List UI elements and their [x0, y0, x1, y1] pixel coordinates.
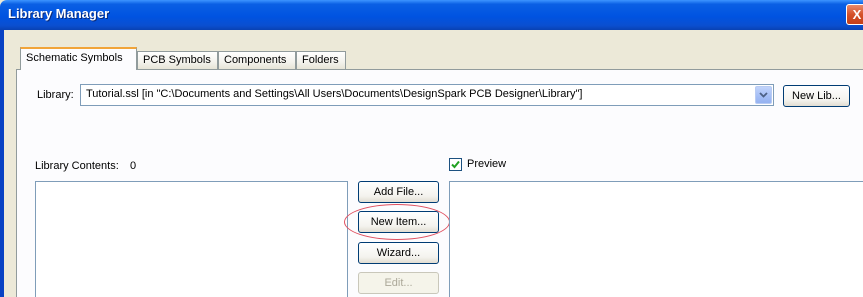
- tab-label: PCB Symbols: [143, 54, 211, 66]
- window-title: Library Manager: [8, 6, 110, 21]
- new-item-button[interactable]: New Item...: [358, 211, 439, 233]
- library-select-value: Tutorial.ssl [in "C:\Documents and Setti…: [86, 88, 583, 100]
- library-label: Library:: [37, 89, 74, 101]
- preview-pane: [449, 181, 863, 297]
- tab-label: Folders: [302, 54, 339, 66]
- new-lib-button-label: New Lib...: [792, 90, 841, 102]
- library-contents-list[interactable]: [35, 181, 348, 297]
- close-button[interactable]: X: [846, 4, 863, 25]
- preview-checkbox[interactable]: [449, 158, 462, 171]
- library-dropdown-button[interactable]: [755, 86, 772, 104]
- tab-pcb-symbols[interactable]: PCB Symbols: [137, 51, 218, 69]
- wizard-button[interactable]: Wizard...: [358, 242, 439, 264]
- preview-label: Preview: [467, 158, 507, 170]
- tab-folders[interactable]: Folders: [296, 51, 346, 69]
- library-contents-count: 0: [130, 160, 137, 172]
- wizard-button-label: Wizard...: [376, 247, 421, 259]
- add-file-button[interactable]: Add File...: [358, 181, 439, 203]
- tab-label: Components: [224, 54, 287, 66]
- title-bar[interactable]: Library Manager X: [0, 0, 863, 30]
- new-item-button-label: New Item...: [370, 216, 427, 228]
- edit-button-label: Edit...: [384, 277, 413, 289]
- library-select[interactable]: Tutorial.ssl [in "C:\Documents and Setti…: [80, 84, 774, 106]
- tab-components[interactable]: Components: [218, 51, 296, 69]
- tab-label: Schematic Symbols: [26, 52, 123, 64]
- window-frame-left: [0, 30, 4, 297]
- edit-button[interactable]: Edit...: [358, 272, 439, 294]
- new-lib-button[interactable]: New Lib...: [783, 85, 850, 107]
- tab-schematic-symbols[interactable]: Schematic Symbols: [20, 47, 137, 70]
- chevron-down-icon: [759, 92, 768, 98]
- library-contents-label: Library Contents:: [35, 160, 119, 172]
- checkmark-icon: [451, 160, 460, 169]
- add-file-button-label: Add File...: [373, 186, 424, 198]
- library-manager-window: Library Manager X Schematic Symbols PCB …: [0, 0, 863, 297]
- close-icon: X: [852, 7, 862, 22]
